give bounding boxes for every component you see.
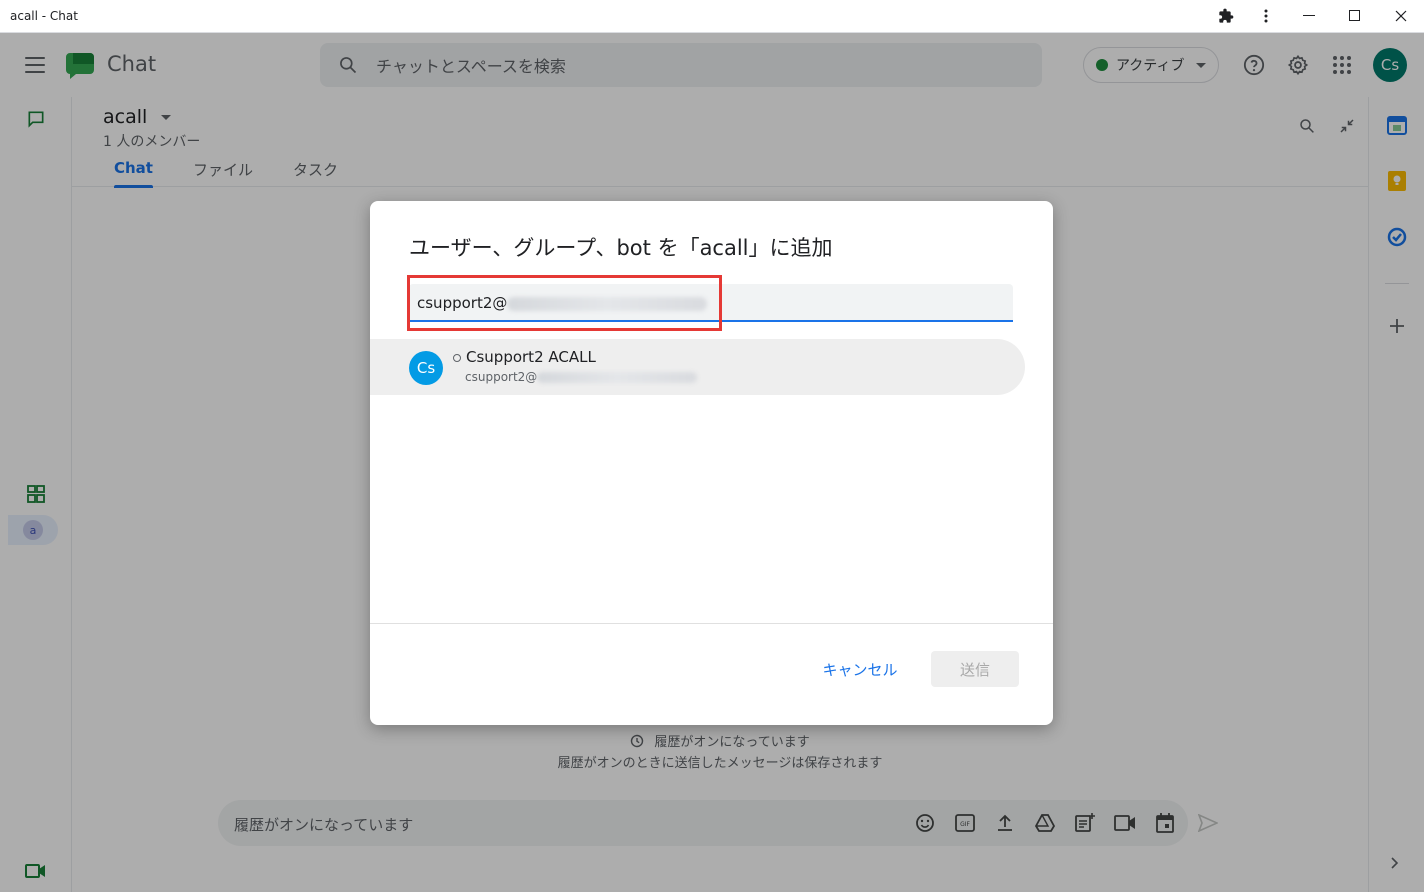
window-title: acall - Chat [10, 9, 78, 23]
presence-indicator-icon [453, 354, 461, 362]
close-icon[interactable] [1378, 0, 1424, 33]
cancel-button[interactable]: キャンセル [810, 651, 910, 687]
add-people-dialog: ユーザー、グループ、bot を「acall」に追加 csupport2@ Cs … [370, 201, 1053, 725]
send-button[interactable]: 送信 [931, 651, 1019, 687]
window-titlebar: acall - Chat [0, 0, 1424, 33]
suggestion-name: Csupport2 ACALL [466, 348, 596, 366]
suggestion-email-text: csupport2@ [465, 370, 538, 384]
maximize-icon[interactable] [1332, 0, 1378, 33]
minimize-icon[interactable] [1286, 0, 1332, 33]
suggestion-avatar: Cs [409, 351, 443, 385]
window-more-icon[interactable] [1246, 0, 1286, 33]
annotation-highlight-box [407, 275, 722, 331]
suggestion-email: csupport2@ [465, 370, 698, 384]
dialog-divider [370, 623, 1053, 624]
dialog-title: ユーザー、グループ、bot を「acall」に追加 [409, 236, 833, 260]
redacted-email-domain [537, 372, 698, 383]
extensions-icon[interactable] [1206, 0, 1246, 33]
user-suggestion-item[interactable]: Cs Csupport2 ACALL csupport2@ [370, 339, 1025, 395]
